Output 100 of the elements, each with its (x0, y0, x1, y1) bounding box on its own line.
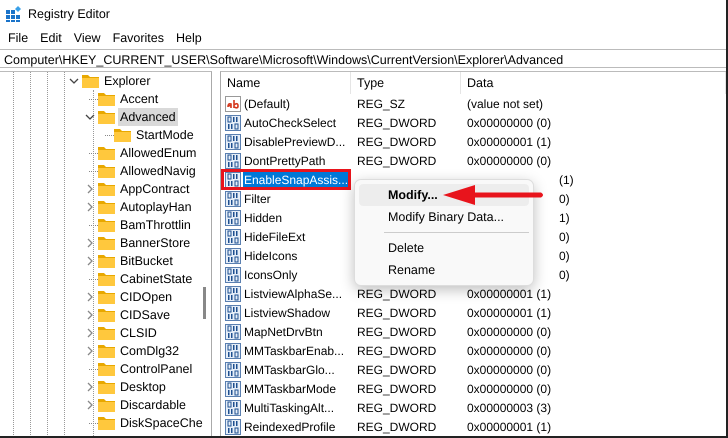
chevron-right-icon[interactable] (85, 382, 95, 392)
folder-icon (98, 218, 115, 232)
value-name[interactable]: MapNetDrvBtn (243, 322, 324, 340)
binary-value-icon (225, 248, 241, 264)
binary-value-icon (225, 380, 241, 396)
menu-item[interactable]: Edit (34, 28, 68, 48)
value-name[interactable]: ListviewShadow (243, 304, 332, 322)
folder-icon (98, 272, 115, 286)
chevron-down-icon[interactable] (69, 76, 79, 86)
tree-item[interactable]: CIDOpen (118, 288, 174, 306)
binary-value-icon (225, 304, 241, 320)
address-bar[interactable]: Computer\HKEY_CURRENT_USER\Software\Microsoft\Windows\CurrentVersion\Explorer\Advanced (0, 49, 726, 68)
tree-item[interactable]: BamThrottlin (118, 216, 193, 234)
tree-item[interactable]: DiskSpaceChe (118, 414, 205, 432)
chevron-right-icon[interactable] (85, 238, 95, 248)
binary-value-icon (225, 190, 241, 206)
binary-value-icon (225, 172, 241, 188)
value-type: REG_DWORD (356, 342, 438, 360)
value-name[interactable]: DisablePreviewD... (243, 132, 346, 150)
chevron-right-icon[interactable] (85, 346, 95, 356)
value-data: (1) (559, 172, 574, 188)
chevron-right-icon[interactable] (85, 292, 95, 302)
binary-value-icon (225, 266, 241, 282)
folder-icon (98, 146, 115, 160)
value-data: 0x00000000 (0) (466, 114, 552, 132)
folder-icon (98, 92, 115, 106)
tree-item[interactable]: Explorer (102, 72, 153, 90)
column-header[interactable]: Name (221, 72, 351, 94)
binary-value-icon (225, 362, 241, 378)
tree-item[interactable]: StartMode (134, 126, 196, 144)
chevron-down-icon[interactable] (85, 112, 95, 122)
tree-item[interactable]: Desktop (118, 378, 168, 396)
value-name[interactable]: HideIcons (243, 246, 298, 264)
binary-value-icon (225, 228, 241, 244)
menu-item[interactable]: File (2, 28, 34, 48)
menu-item[interactable]: View (68, 28, 107, 48)
value-type: REG_DWORD (356, 286, 438, 302)
value-data: 0x00000000 (0) (466, 324, 552, 340)
value-data: 0x00000001 (1) (466, 134, 552, 150)
value-data: 0) (559, 266, 570, 284)
value-data: 0x00000001 (1) (466, 418, 552, 436)
value-name[interactable]: AutoCheckSelect (243, 114, 338, 132)
value-type: REG_DWORD (356, 152, 438, 170)
chevron-right-icon[interactable] (85, 400, 95, 410)
tree-item[interactable]: Discardable (118, 396, 188, 414)
tree-item[interactable]: Advanced (118, 108, 178, 126)
tree-item[interactable]: CIDSave (118, 306, 172, 324)
tree-item[interactable]: AutoplayHan (118, 198, 194, 216)
chevron-right-icon[interactable] (85, 310, 95, 320)
value-type: REG_SZ (356, 96, 406, 112)
value-data: 0x00000000 (0) (466, 380, 552, 398)
column-header[interactable]: Data (461, 72, 726, 94)
value-name[interactable]: IconsOnly (243, 266, 298, 284)
value-data: 0) (559, 228, 570, 246)
folder-icon (98, 416, 115, 430)
value-name[interactable]: ReindexedProfile (243, 418, 336, 436)
folder-icon (114, 128, 131, 142)
value-data: 0) (559, 248, 570, 264)
binary-value-icon (225, 210, 241, 226)
tree-item[interactable]: ComDlg32 (118, 342, 182, 360)
chevron-right-icon[interactable] (85, 202, 95, 212)
value-name[interactable]: Filter (243, 190, 272, 208)
scrollbar-thumb[interactable] (203, 287, 206, 319)
tree-item[interactable]: ControlPanel (118, 360, 194, 378)
value-data: 0) (559, 190, 570, 208)
value-name[interactable]: MMTaskbarGlo... (243, 360, 336, 378)
value-name[interactable]: ListviewAlphaSe... (243, 284, 344, 302)
chevron-right-icon[interactable] (85, 184, 95, 194)
menu-item[interactable]: Delete (359, 237, 529, 259)
value-type: REG_DWORD (356, 418, 438, 436)
tree-item[interactable]: AllowedNavig (118, 162, 198, 180)
value-type: REG_DWORD (356, 400, 438, 416)
tree-item[interactable]: AllowedEnum (118, 144, 198, 162)
value-data: 0x00000000 (0) (466, 362, 552, 378)
chevron-right-icon[interactable] (85, 328, 95, 338)
value-name[interactable]: (Default) (243, 94, 292, 112)
value-name[interactable]: MultiTaskingAlt... (243, 398, 336, 416)
folder-icon (98, 110, 115, 124)
menu-item[interactable]: Rename (359, 259, 529, 281)
tree-item[interactable]: BannerStore (118, 234, 192, 252)
menu-item[interactable]: Favorites (106, 28, 170, 48)
value-type: REG_DWORD (356, 114, 438, 132)
string-value-icon (225, 96, 241, 112)
value-name[interactable]: MMTaskbarMode (243, 380, 338, 398)
value-name[interactable]: MMTaskbarEnab... (243, 342, 346, 360)
column-header[interactable]: Type (351, 72, 461, 94)
menu-item[interactable]: Modify Binary Data... (359, 206, 529, 228)
tree-item[interactable]: CLSID (118, 324, 159, 342)
folder-icon (98, 200, 115, 214)
tree-item[interactable]: BitBucket (118, 252, 175, 270)
value-data: 1) (559, 210, 570, 226)
tree-item[interactable]: CabinetState (118, 270, 194, 288)
value-name[interactable]: HideFileExt (243, 228, 306, 246)
value-name[interactable]: Hidden (243, 208, 284, 226)
tree-item[interactable]: Accent (118, 90, 160, 108)
binary-value-icon (225, 418, 241, 434)
menu-item[interactable]: Help (170, 28, 208, 48)
value-name[interactable]: DontPrettyPath (243, 152, 326, 170)
tree-item[interactable]: AppContract (118, 180, 192, 198)
chevron-right-icon[interactable] (85, 256, 95, 266)
